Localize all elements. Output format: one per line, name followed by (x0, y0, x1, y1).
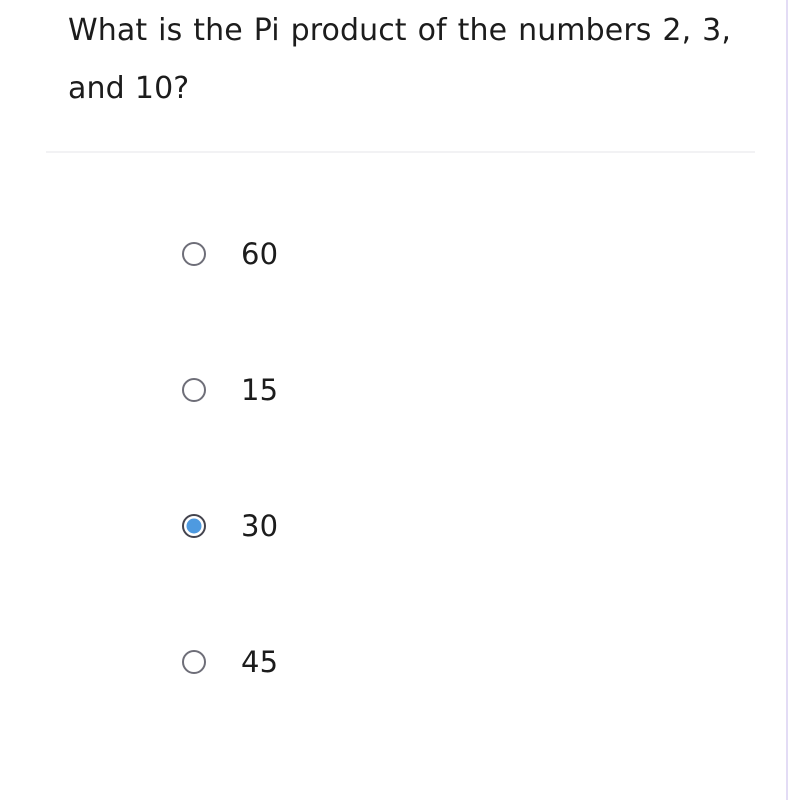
answer-option-3[interactable]: 30 (0, 484, 800, 620)
question-divider (46, 151, 755, 153)
answer-option-label-1: 60 (241, 237, 279, 271)
answer-option-label-4: 45 (241, 645, 279, 679)
answer-options-list: 60 15 30 45 (0, 212, 800, 756)
radio-dot-3 (186, 518, 202, 534)
answer-option-1[interactable]: 60 (0, 212, 800, 348)
radio-button-icon-3[interactable] (182, 514, 206, 538)
answer-option-2[interactable]: 15 (0, 348, 800, 484)
question-text: What is the Pi product of the numbers 2,… (68, 13, 731, 106)
question-block: What is the Pi product of the numbers 2,… (68, 2, 731, 118)
answer-option-label-2: 15 (241, 373, 279, 407)
radio-button-icon-1[interactable] (182, 242, 206, 266)
radio-button-icon-4[interactable] (182, 650, 206, 674)
quiz-question-page: What is the Pi product of the numbers 2,… (0, 0, 800, 800)
answer-option-label-3: 30 (241, 509, 279, 543)
radio-button-icon-2[interactable] (182, 378, 206, 402)
answer-option-4[interactable]: 45 (0, 620, 800, 756)
